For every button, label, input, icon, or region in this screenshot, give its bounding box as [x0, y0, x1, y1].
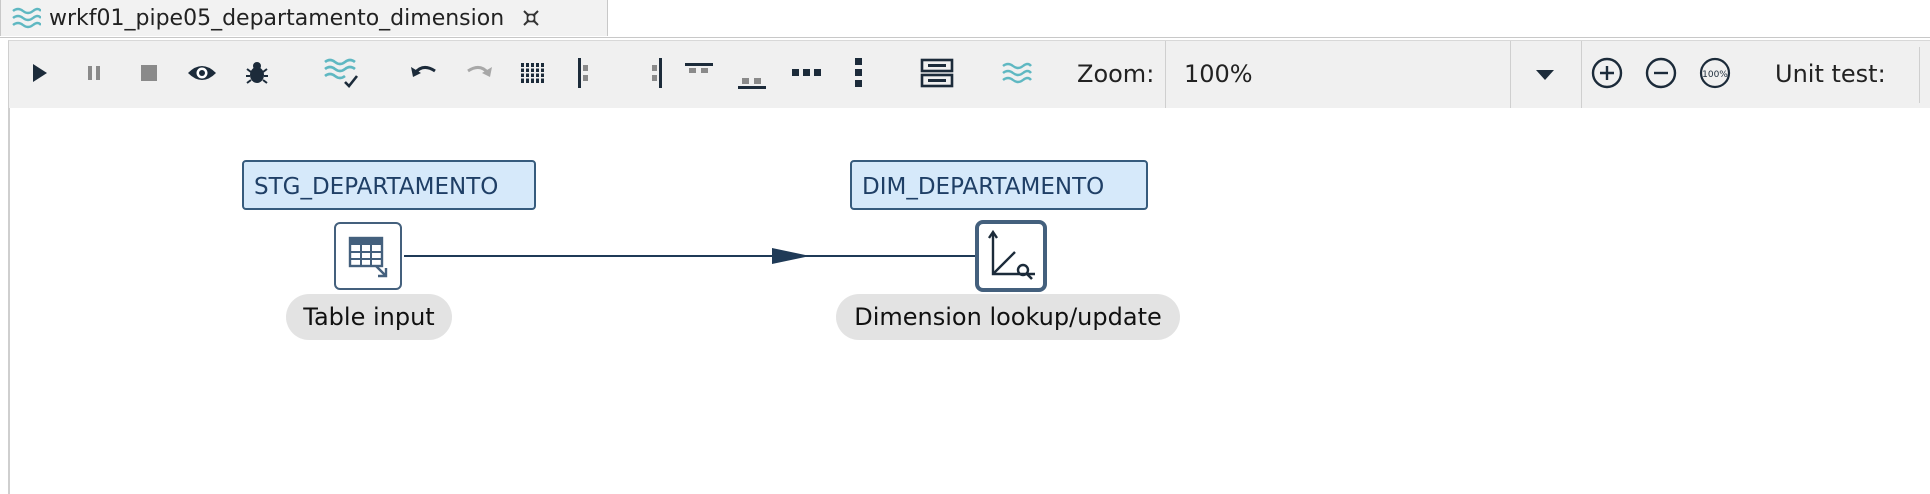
zoom-100-icon: 100% — [1699, 57, 1731, 89]
close-icon[interactable] — [520, 7, 542, 29]
dimension-lookup-icon — [988, 229, 1035, 280]
editor-tab-strip: wrkf01_pipe05_departamento_dimension — [0, 0, 1930, 38]
grid-icon — [520, 63, 548, 83]
zoom-out-button[interactable] — [1641, 53, 1681, 93]
pipeline-toolbar: Zoom: 100% 100% Unit test: — [8, 40, 1930, 109]
align-left-button[interactable] — [566, 53, 606, 93]
step-label-dimension-lookup[interactable]: Dimension lookup/update — [836, 294, 1180, 340]
step-icon-dimension-lookup[interactable] — [975, 220, 1047, 292]
align-right-button[interactable] — [634, 53, 674, 93]
zoom-dropdown-button[interactable] — [1509, 41, 1582, 108]
zoom-100-button[interactable]: 100% — [1695, 53, 1735, 93]
play-icon — [33, 64, 47, 82]
stop-button[interactable] — [129, 53, 169, 93]
distribute-horizontal-icon — [792, 69, 821, 76]
redo-icon — [467, 66, 492, 77]
distribute-horizontally-button[interactable] — [787, 53, 827, 93]
check-pipeline-button[interactable] — [321, 53, 361, 93]
pipeline-waves-icon — [12, 7, 41, 29]
bug-icon — [246, 62, 268, 84]
step-icon-table-input[interactable] — [334, 222, 402, 290]
svg-text:100%: 100% — [1702, 70, 1728, 80]
step-title-stg-departamento[interactable]: STG_DEPARTAMENTO — [242, 160, 536, 210]
layout-button[interactable] — [917, 53, 957, 93]
pause-icon — [88, 66, 100, 80]
debug-button[interactable] — [237, 53, 277, 93]
redo-button[interactable] — [459, 53, 499, 93]
layout-icon — [920, 58, 954, 88]
toolbar-divider — [1919, 47, 1920, 103]
align-right-icon — [652, 58, 662, 88]
stop-icon — [141, 65, 157, 81]
pipeline-editor: wrkf01_pipe05_departamento_dimension Zoo… — [0, 0, 1930, 494]
unit-test-label: Unit test: — [1775, 60, 1886, 88]
zoom-select[interactable]: 100% — [1165, 41, 1511, 108]
table-input-icon — [348, 236, 388, 278]
distribute-vertical-icon — [855, 58, 862, 87]
preview-button[interactable] — [182, 53, 222, 93]
undo-button[interactable] — [404, 53, 444, 93]
zoom-label: Zoom: — [1077, 60, 1155, 88]
pause-button[interactable] — [74, 53, 114, 93]
undo-icon — [411, 66, 436, 77]
chevron-down-icon — [1536, 69, 1554, 80]
snap-to-grid-button[interactable] — [514, 53, 554, 93]
pipeline-waves-button[interactable] — [997, 53, 1037, 93]
step-title-dim-departamento[interactable]: DIM_DEPARTAMENTO — [850, 160, 1148, 210]
zoom-out-icon — [1645, 57, 1677, 89]
tab-title: wrkf01_pipe05_departamento_dimension — [49, 5, 505, 31]
align-top-button[interactable] — [679, 53, 719, 93]
waves-check-icon — [324, 58, 359, 88]
align-bottom-button[interactable] — [732, 53, 772, 93]
align-left-icon — [578, 58, 588, 88]
pipeline-tab[interactable]: wrkf01_pipe05_departamento_dimension — [0, 0, 608, 36]
step-label-table-input[interactable]: Table input — [286, 294, 452, 340]
zoom-in-icon — [1591, 57, 1623, 89]
run-button[interactable] — [19, 53, 59, 93]
zoom-value[interactable]: 100% — [1184, 41, 1253, 108]
align-bottom-icon — [738, 78, 766, 89]
align-top-icon — [685, 63, 713, 73]
distribute-vertically-button[interactable] — [839, 53, 879, 93]
waves-icon — [1002, 62, 1032, 84]
zoom-in-button[interactable] — [1587, 53, 1627, 93]
pipeline-canvas[interactable]: STG_DEPARTAMENTO Table input DIM_DEPARTA… — [8, 108, 1930, 494]
eye-icon — [188, 66, 216, 80]
